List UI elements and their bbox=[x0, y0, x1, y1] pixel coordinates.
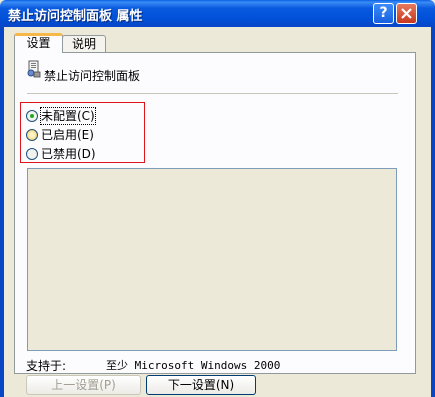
close-icon bbox=[401, 8, 412, 19]
divider bbox=[27, 93, 398, 94]
policy-setting-icon bbox=[27, 60, 41, 78]
supported-value: 至少 Microsoft Windows 2000 bbox=[106, 359, 281, 372]
radio-icon[interactable] bbox=[26, 148, 38, 160]
next-setting-button[interactable]: 下一设置(N) bbox=[146, 375, 256, 395]
supported-label: 支持于: bbox=[26, 359, 67, 373]
window-frame-left bbox=[0, 27, 4, 397]
tab-explain[interactable]: 说明 bbox=[62, 35, 106, 53]
title-bar[interactable]: 禁止访问控制面板 属性 ? bbox=[0, 0, 435, 27]
window-frame-right bbox=[431, 27, 435, 397]
previous-setting-button[interactable]: 上一设置(P) bbox=[26, 375, 141, 395]
policy-title: 禁止访问控制面板 bbox=[44, 69, 141, 83]
radio-selected-icon[interactable] bbox=[26, 110, 38, 122]
close-button[interactable] bbox=[396, 3, 417, 24]
radio-icon[interactable] bbox=[26, 129, 38, 141]
tab-settings[interactable]: 设置 bbox=[14, 33, 63, 53]
option-disabled-label: 已禁用(D) bbox=[41, 147, 96, 161]
option-not-configured-label: 未配置(C) bbox=[40, 107, 96, 125]
window-title: 禁止访问控制面板 属性 bbox=[8, 9, 143, 24]
option-enabled-label: 已启用(E) bbox=[41, 128, 94, 142]
description-area bbox=[27, 168, 397, 351]
help-button[interactable]: ? bbox=[373, 3, 394, 24]
